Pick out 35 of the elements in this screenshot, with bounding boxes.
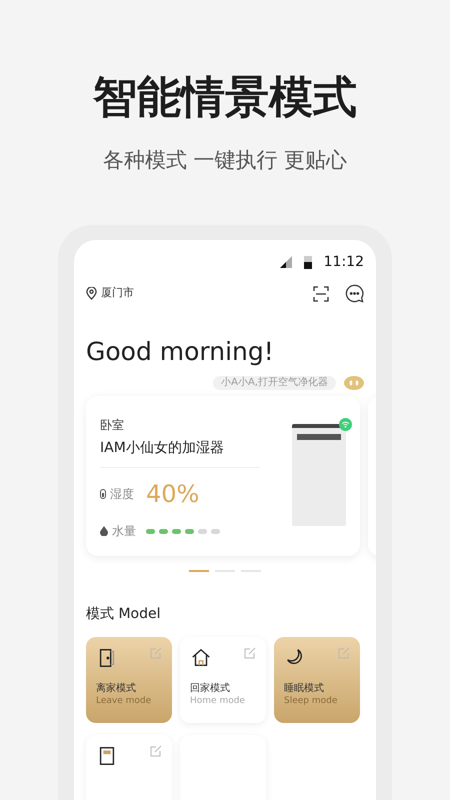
assistant-icon[interactable] [344, 376, 364, 390]
battery-icon [304, 255, 312, 269]
edit-icon[interactable] [338, 647, 350, 659]
edit-icon[interactable] [150, 745, 162, 757]
thermometer-icon [100, 489, 106, 499]
mode-label: 离家模式 [96, 683, 137, 696]
mode-sublabel: Home mode [190, 696, 246, 707]
signal-icon [280, 256, 292, 268]
mode-tile[interactable]: 回家模式 Home mode [180, 637, 266, 723]
location-pin-icon [86, 287, 97, 300]
mode-tile[interactable]: 离家模式 Leave mode [86, 637, 172, 723]
edit-icon[interactable] [244, 647, 256, 659]
scan-icon[interactable] [313, 286, 329, 302]
humidity-value: 40% [146, 479, 200, 510]
chat-icon[interactable] [345, 284, 364, 303]
subtitle: 各种模式 一键执行 更贴心 [102, 150, 348, 171]
mode-label: 回家模式 [190, 683, 231, 696]
mode-tile[interactable] [86, 735, 172, 800]
mode-tile[interactable]: 睡眠模式 Sleep mode [274, 637, 360, 723]
room-label: 卧室 [100, 417, 125, 434]
mode-sublabel: Sleep mode [284, 696, 338, 707]
location-label[interactable]: 厦门市 [101, 285, 134, 302]
water-drop-icon [100, 526, 108, 536]
humidity-label: 湿度 [110, 486, 134, 503]
edit-icon[interactable] [150, 647, 162, 659]
modes-title: 模式 Model [86, 605, 162, 624]
status-time: 11:12 [324, 252, 364, 272]
mode-sublabel: Leave mode [96, 696, 152, 707]
house-icon [190, 647, 212, 669]
water-label: 水量 [112, 523, 136, 540]
mode-label: 睡眠模式 [284, 683, 325, 696]
device-name: IAM小仙女的加湿器 [100, 438, 260, 468]
device-card[interactable]: 卧室 IAM小仙女的加湿器 湿度 40% 水量 [86, 396, 360, 556]
headline: 智能情景模式 [93, 76, 357, 120]
greeting: Good morning! [86, 339, 275, 364]
